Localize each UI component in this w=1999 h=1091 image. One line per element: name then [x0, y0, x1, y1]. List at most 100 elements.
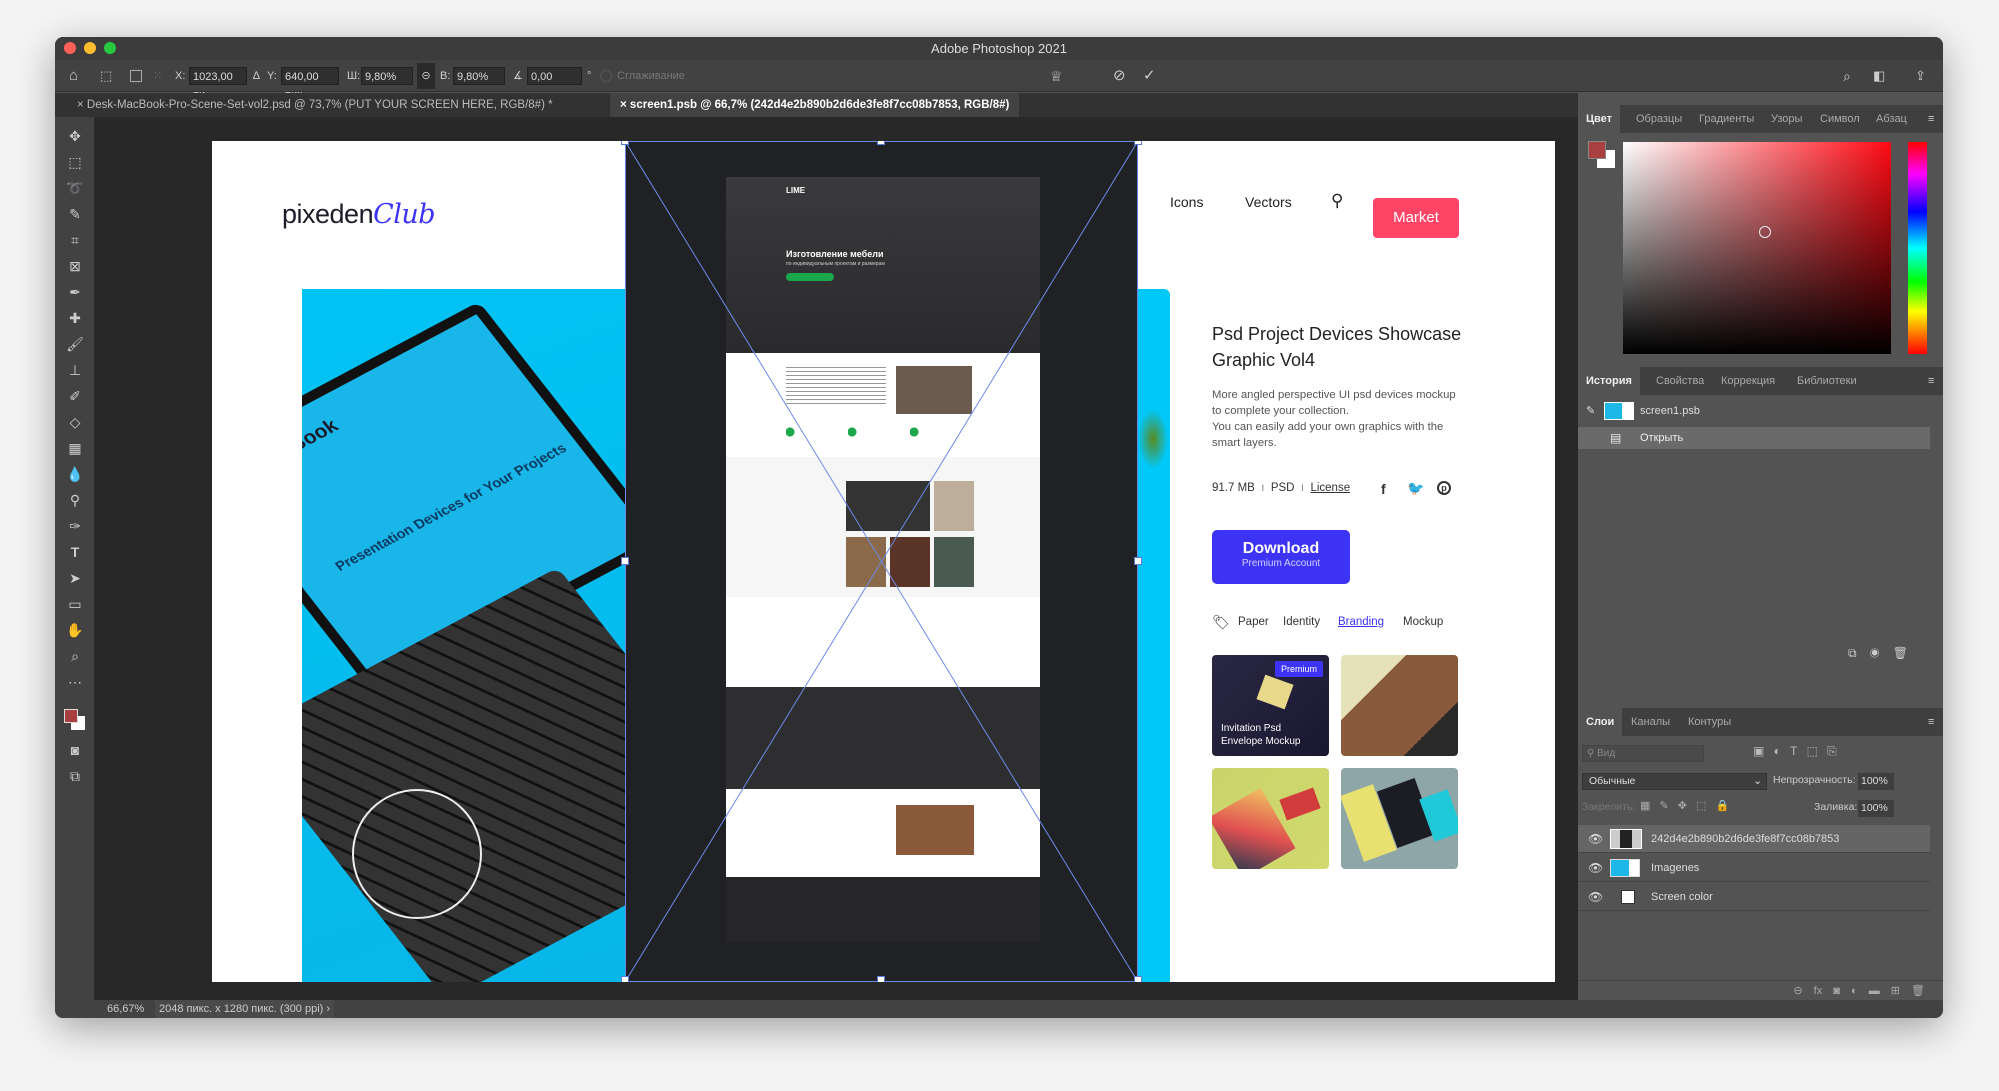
warp-icon[interactable]: ♕ — [1050, 67, 1063, 85]
link-icon[interactable]: ⊝ — [417, 63, 435, 89]
visibility-eye-icon[interactable]: 👁 — [1588, 825, 1603, 853]
layer-filter-icons[interactable]: ▣ ◐ T ⬚ ⎘ — [1753, 744, 1837, 759]
tab-adjustments[interactable]: Коррекция — [1713, 367, 1783, 395]
rectangle-tool-icon[interactable]: ▭ — [65, 595, 85, 613]
type-tool-icon[interactable]: T — [65, 543, 85, 561]
foreground-color-swatch[interactable] — [64, 709, 78, 723]
thumbnail-boxes[interactable] — [1341, 768, 1458, 869]
tab-history[interactable]: История — [1578, 367, 1640, 395]
history-state-open[interactable]: ▤ Открыть — [1578, 427, 1930, 449]
width-field[interactable]: 9,80% — [361, 67, 413, 85]
tab-properties[interactable]: Свойства — [1648, 367, 1712, 395]
fill-field[interactable]: 100% — [1858, 800, 1894, 817]
antialias-checkbox[interactable] — [600, 70, 612, 82]
reference-point-icon[interactable]: ⬚ — [100, 67, 112, 85]
tag-paper[interactable]: Paper — [1238, 616, 1269, 628]
facebook-icon[interactable]: f — [1381, 481, 1386, 497]
angle-field[interactable]: 0,00 — [527, 67, 582, 85]
workspace-icon[interactable]: ◧ — [1873, 67, 1885, 85]
tab-layers[interactable]: Слои — [1578, 708, 1623, 736]
transform-handle[interactable] — [1134, 141, 1142, 145]
hand-tool-icon[interactable]: ✋ — [65, 621, 85, 639]
hue-slider[interactable] — [1908, 142, 1927, 354]
layer-row-imagenes[interactable]: 👁 Imagenes — [1578, 854, 1930, 882]
opacity-field[interactable]: 100% — [1858, 773, 1894, 790]
thumbnail-devices[interactable] — [1212, 768, 1329, 869]
quick-select-tool-icon[interactable]: ✎ — [65, 205, 85, 223]
blend-mode-select[interactable]: Обычные ⌄ — [1582, 773, 1767, 790]
twitter-icon[interactable]: 🐦 — [1407, 480, 1424, 497]
stamp-tool-icon[interactable]: ⊥ — [65, 361, 85, 379]
layer-filter-input[interactable]: ⚲ Вид — [1582, 745, 1704, 762]
history-snapshot[interactable]: ✎ screen1.psb — [1578, 399, 1930, 423]
tab-swatches[interactable]: Образцы — [1628, 105, 1690, 133]
marquee-tool-icon[interactable]: ⬚ — [65, 153, 85, 171]
search-icon[interactable]: ⌕ — [1843, 67, 1851, 85]
lasso-tool-icon[interactable]: ➰ — [65, 179, 85, 197]
move-tool-icon[interactable]: ✥ — [65, 127, 85, 145]
share-icon[interactable]: ⇪ — [1915, 67, 1926, 85]
color-picker-cursor[interactable] — [1759, 226, 1771, 238]
tab-paragraph[interactable]: Абзац — [1868, 105, 1915, 133]
foreground-swatch[interactable] — [1588, 141, 1606, 159]
transform-handle[interactable] — [1134, 557, 1142, 565]
zoom-level[interactable]: 66,67% — [107, 1000, 144, 1018]
tab-paths[interactable]: Контуры — [1680, 708, 1739, 736]
layers-footer-icons[interactable]: ⊖ fx ◙ ◐ ▬ ⊞ 🗑 — [1578, 980, 1943, 1000]
pinterest-icon[interactable]: p — [1437, 481, 1451, 495]
visibility-eye-icon[interactable]: 👁 — [1588, 854, 1603, 882]
color-field[interactable] — [1623, 142, 1891, 354]
y-field[interactable]: 640,00 пик — [281, 67, 339, 101]
minimize-button[interactable] — [84, 42, 96, 54]
commit-transform-icon[interactable]: ✓ — [1143, 67, 1156, 85]
nav-vectors-link[interactable]: Vectors — [1245, 194, 1292, 210]
crop-tool-icon[interactable]: ⌗ — [65, 231, 85, 249]
cancel-transform-icon[interactable]: ⊘ — [1113, 67, 1126, 85]
height-field[interactable]: 9,80% — [453, 67, 505, 85]
canvas-area[interactable]: pixedenClub MacBook Presentation Devices… — [95, 117, 1578, 1000]
visibility-eye-icon[interactable]: 👁 — [1588, 883, 1603, 911]
dodge-tool-icon[interactable]: ⚲ — [65, 491, 85, 509]
tab-gradients[interactable]: Градиенты — [1691, 105, 1762, 133]
close-button[interactable] — [64, 42, 76, 54]
nav-icons-link[interactable]: Icons — [1170, 194, 1203, 210]
checkbox-icon[interactable] — [130, 70, 142, 82]
maximize-button[interactable] — [104, 42, 116, 54]
layer-row-screen-color[interactable]: 👁 Screen color — [1578, 883, 1930, 911]
transform-handle[interactable] — [1134, 976, 1142, 982]
tab-screen1[interactable]: × screen1.psb @ 66,7% (242d4e2b890b2d6de… — [610, 93, 1020, 117]
tag-identity[interactable]: Identity — [1283, 616, 1320, 628]
screen-mode-icon[interactable]: ⧉ — [65, 767, 85, 785]
lock-icons[interactable]: ▦ ✎ ✥ ⬚ 🔒 — [1640, 799, 1729, 812]
brush-tool-icon[interactable]: 🖌 — [65, 335, 85, 353]
document-info[interactable]: 2048 пикс. x 1280 пикс. (300 ppi) › — [155, 1000, 335, 1018]
panel-menu-icon[interactable]: ≡ — [1920, 708, 1942, 736]
eraser-tool-icon[interactable]: ◇ — [65, 413, 85, 431]
home-icon[interactable]: ⌂ — [69, 67, 78, 85]
tab-channels[interactable]: Каналы — [1623, 708, 1678, 736]
panel-menu-icon[interactable]: ≡ — [1920, 367, 1942, 395]
healing-tool-icon[interactable]: ✚ — [65, 309, 85, 327]
more-tools-icon[interactable]: ⋯ — [65, 673, 85, 691]
download-button[interactable]: Download Premium Account — [1212, 530, 1350, 584]
close-tab-icon[interactable]: × — [77, 99, 87, 111]
tab-libraries[interactable]: Библиотеки — [1789, 367, 1865, 395]
license-link[interactable]: License — [1310, 482, 1350, 494]
frame-tool-icon[interactable]: ⊠ — [65, 257, 85, 275]
history-brush-icon[interactable]: ✐ — [65, 387, 85, 405]
layer-row-smart-object[interactable]: 👁 242d4e2b890b2d6de3fe8f7cc08b7853 — [1578, 825, 1930, 853]
tag-mockup[interactable]: Mockup — [1403, 616, 1443, 628]
tag-branding[interactable]: Branding — [1338, 616, 1384, 628]
path-select-icon[interactable]: ➤ — [65, 569, 85, 587]
transform-handle[interactable] — [621, 557, 629, 565]
pen-tool-icon[interactable]: ✑ — [65, 517, 85, 535]
history-footer-icons[interactable]: ⧉ ◉ 🗑 — [1848, 646, 1908, 661]
tab-patterns[interactable]: Узоры — [1763, 105, 1810, 133]
smart-object-screen[interactable]: LIME Изготовление мебели по индивидуальн… — [625, 141, 1138, 982]
search-icon[interactable]: ⚲ — [1331, 191, 1343, 211]
document-canvas[interactable]: pixedenClub MacBook Presentation Devices… — [212, 141, 1555, 982]
transform-handle[interactable] — [877, 976, 885, 982]
close-tab-icon[interactable]: × — [620, 99, 630, 111]
panel-menu-icon[interactable]: ≡ — [1920, 105, 1942, 133]
tab-character[interactable]: Символ — [1812, 105, 1868, 133]
